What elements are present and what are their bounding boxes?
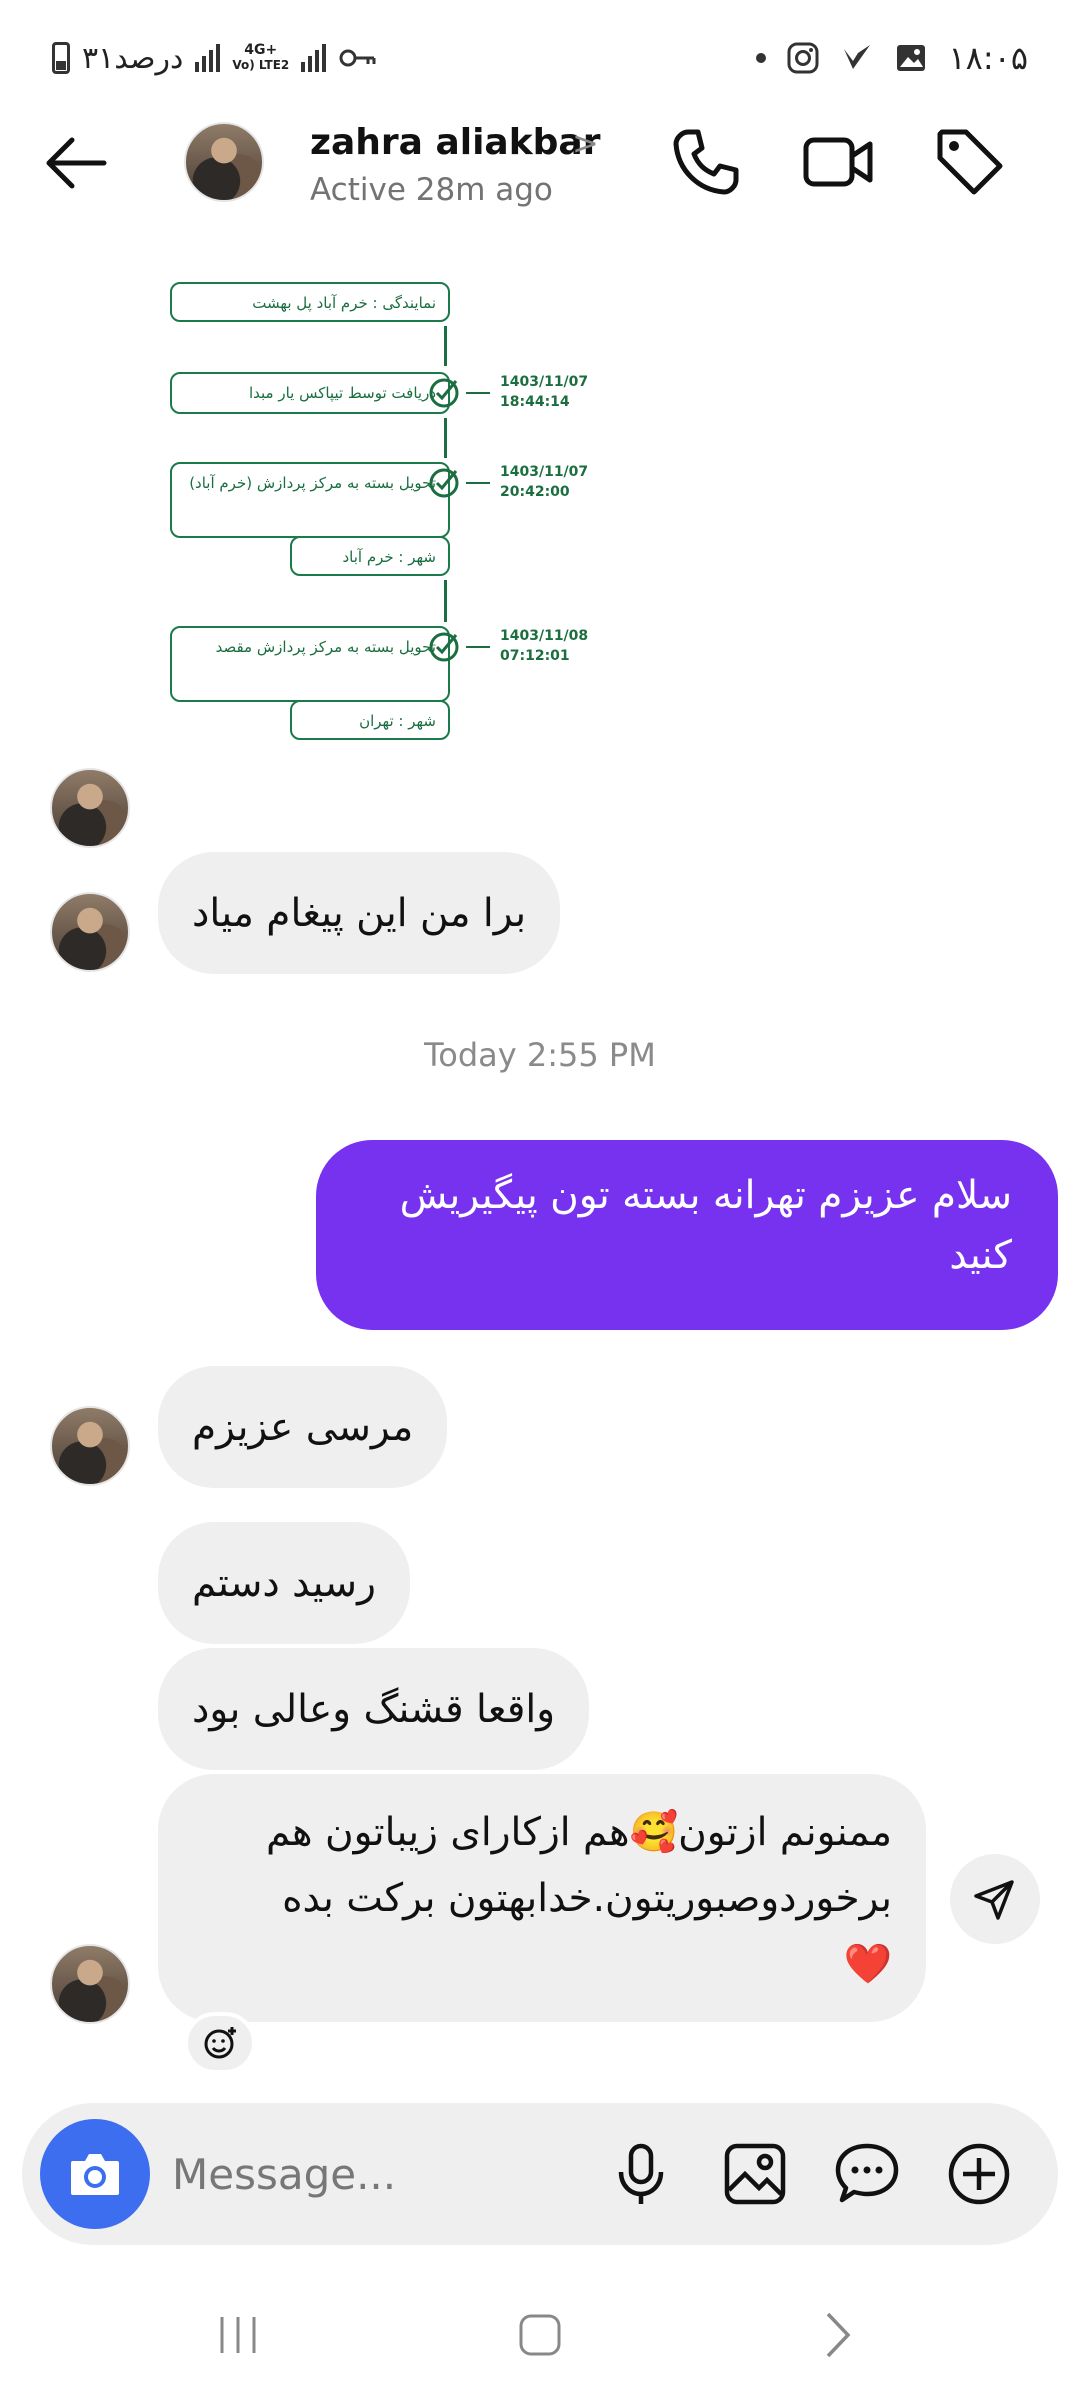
sender-avatar[interactable]	[50, 1944, 130, 2024]
sticker-button[interactable]	[824, 2131, 910, 2217]
microphone-icon	[618, 2143, 664, 2204]
sender-avatar[interactable]	[50, 1406, 130, 1486]
message-line: ممنونم ازتون🥰هم ازکارای زیباتون هم	[266, 1810, 892, 1855]
contact-name[interactable]: zahra aliakbar	[310, 122, 600, 163]
chevron-right-icon[interactable]: >	[572, 124, 599, 162]
gallery-icon	[724, 2143, 786, 2205]
tracking-connector	[444, 580, 447, 622]
network-type-indicator: 4G+ Vo) LTE2	[232, 43, 289, 73]
recents-icon	[220, 2317, 256, 2353]
message-bubble-incoming[interactable]: رسید دستم	[158, 1522, 410, 1644]
dot-icon	[756, 53, 767, 63]
tracking-step1-date: 1403/11/07 18:44:14	[500, 374, 589, 410]
message-composer	[22, 2103, 1058, 2245]
message-input[interactable]	[172, 2141, 572, 2207]
video-call-icon[interactable]	[800, 124, 876, 200]
back-nav-button[interactable]	[778, 2290, 898, 2380]
add-reaction-button[interactable]	[184, 2012, 256, 2074]
check-circle-icon	[429, 468, 459, 498]
battery-percent: ۳۱درصد	[82, 40, 184, 76]
tracking-connector	[444, 418, 447, 458]
camera-icon	[71, 2154, 119, 2195]
network-label-bottom: Vo) LTE2	[232, 58, 290, 72]
message-bubble-incoming[interactable]: واقعا قشنگ وعالی بود	[158, 1648, 590, 1770]
tracking-step3-city: شهر : تهران	[290, 700, 450, 740]
microphone-button[interactable]	[598, 2131, 684, 2217]
network-label-top: 4G+	[244, 42, 278, 58]
message-bubble-outgoing[interactable]: سلام عزیزم تهرانه بسته تون پیگیریش کنید	[316, 1140, 1058, 1330]
key-icon	[339, 49, 376, 67]
send-icon	[974, 1880, 1014, 1920]
message-bubble-incoming[interactable]: مرسی عزیزم	[158, 1366, 448, 1488]
recents-button[interactable]	[178, 2290, 298, 2380]
home-icon	[519, 2314, 561, 2356]
gallery-icon	[897, 45, 926, 71]
contact-avatar[interactable]	[184, 122, 264, 202]
tracking-dash	[466, 392, 490, 394]
contact-status: Active 28m ago	[310, 172, 553, 208]
signal-2-icon	[301, 44, 327, 72]
tracking-step2-date: 1403/11/07 20:42:00	[500, 464, 589, 500]
add-button[interactable]	[936, 2131, 1022, 2217]
chat-bubble-icon	[835, 2143, 899, 2203]
tracking-agency: نمایندگی : خرم آباد پل بهشت	[170, 282, 450, 322]
system-nav-bar	[0, 2270, 1080, 2400]
clock: ۱۸:۰۵	[948, 39, 1028, 77]
signal-icon	[195, 44, 221, 72]
tracking-dash	[466, 646, 490, 648]
sender-avatar[interactable]	[50, 892, 130, 972]
tracking-step1: دریافت توسط تیپاکس یار مبدا	[170, 372, 450, 414]
tracking-step3-date: 1403/11/08 07:12:01	[500, 628, 589, 664]
status-right: ۱۸:۰۵	[756, 36, 1028, 80]
check-circle-icon	[429, 632, 459, 662]
chevron-right-icon	[826, 2312, 851, 2358]
tracking-step2: تحویل بسته به مرکز پردازش (خرم آباد)	[170, 462, 450, 538]
v-app-icon	[844, 45, 871, 69]
camera-button[interactable]	[40, 2119, 150, 2229]
check-circle-icon	[429, 378, 459, 408]
tag-icon[interactable]	[932, 124, 1008, 200]
gallery-button[interactable]	[712, 2131, 798, 2217]
home-button[interactable]	[480, 2290, 600, 2380]
share-button[interactable]	[950, 1854, 1040, 1944]
tracking-connector	[444, 326, 447, 366]
smiley-plus-icon	[204, 2027, 236, 2059]
instagram-icon	[787, 42, 819, 74]
tracking-dash	[466, 482, 490, 484]
chat-timestamp: Today 2:55 PM	[424, 1036, 656, 1074]
tracking-step3: تحویل بسته به مرکز پردازش مقصد	[170, 626, 450, 702]
message-bubble-incoming[interactable]: ممنونم ازتون🥰هم ازکارای زیباتون هم برخور…	[158, 1774, 926, 2022]
battery-icon	[52, 42, 70, 74]
tracking-image[interactable]: نمایندگی : خرم آباد پل بهشت دریافت توسط …	[170, 270, 610, 740]
plus-circle-icon	[948, 2143, 1010, 2205]
status-bar: ۳۱درصد 4G+ Vo) LTE2 ۱۸:۰۵	[0, 0, 1080, 115]
sender-avatar[interactable]	[50, 768, 130, 848]
back-arrow-icon[interactable]	[42, 128, 112, 198]
message-bubble-incoming[interactable]: برا من این پیغام میاد	[158, 852, 561, 974]
message-line: برخوردوصبوریتون.خدابهتون برکت بده	[282, 1876, 892, 1921]
tracking-step2-city: شهر : خرم آباد	[290, 536, 450, 576]
phone-icon[interactable]	[668, 124, 744, 200]
message-line: ❤️	[843, 1942, 892, 1987]
status-left: ۳۱درصد 4G+ Vo) LTE2	[52, 36, 378, 80]
